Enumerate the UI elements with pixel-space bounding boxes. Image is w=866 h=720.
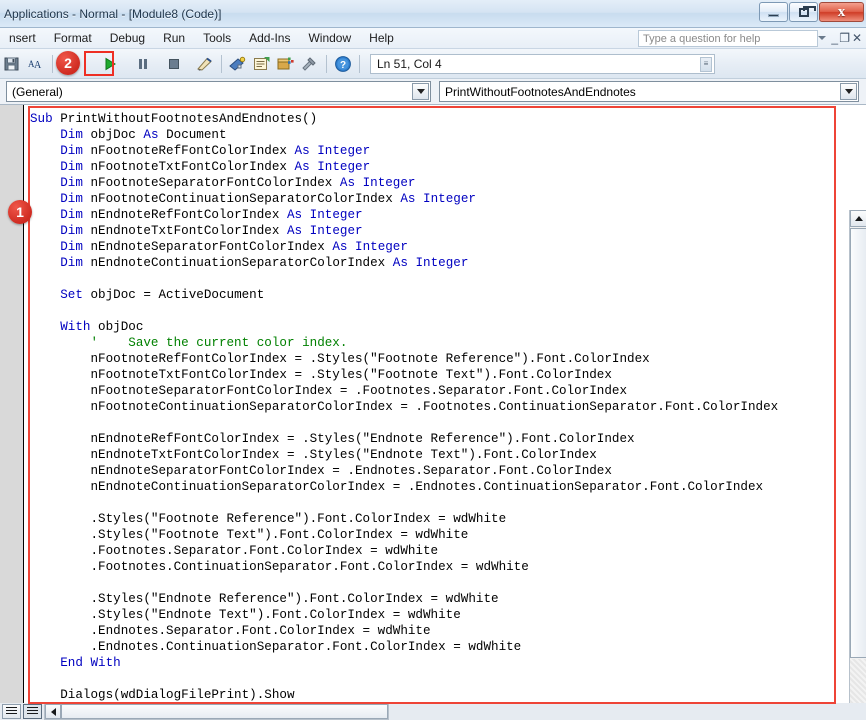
document-close-button[interactable]: ✕ <box>852 31 862 45</box>
standard-toolbar: A A ? Ln 51, Col 4 ≡ <box>0 49 866 79</box>
toolbox-icon[interactable] <box>299 53 321 75</box>
menu-item-insert[interactable]: nsert <box>0 28 45 48</box>
minimize-icon <box>768 14 779 17</box>
restore-icon <box>798 5 816 17</box>
save-icon[interactable] <box>1 53 23 75</box>
menu-item-format[interactable]: Format <box>45 28 101 48</box>
document-restore-button[interactable]: ❐ <box>839 31 850 45</box>
position-indicator: Ln 51, Col 4 ≡ <box>370 53 715 74</box>
object-browser-icon[interactable] <box>275 53 297 75</box>
margin-indicator-bar[interactable] <box>0 105 24 703</box>
position-indicator-text: Ln 51, Col 4 <box>377 56 442 71</box>
code-editor-pane[interactable]: Sub PrintWithoutFootnotesAndEndnotes() D… <box>0 105 866 720</box>
triangle-left-icon <box>50 707 56 716</box>
vba-editor-window: Applications - Normal - [Module8 (Code)]… <box>0 0 866 720</box>
properties-window-icon[interactable] <box>251 53 273 75</box>
toolbar-overflow-button[interactable]: ≡ <box>700 56 712 72</box>
find-icon[interactable]: A A <box>25 53 47 75</box>
full-module-view-button[interactable] <box>23 704 42 719</box>
procedure-dropdown-value: PrintWithoutFootnotesAndEndnotes <box>445 84 636 99</box>
scroll-up-button[interactable] <box>850 210 866 227</box>
toolbar-separator <box>326 54 327 73</box>
code-horizontal-scrollbar[interactable] <box>44 703 389 720</box>
object-dropdown-value: (General) <box>12 84 63 99</box>
window-controls: x <box>758 2 864 22</box>
break-icon[interactable] <box>132 53 154 75</box>
code-vertical-scrollbar[interactable] <box>849 210 866 720</box>
title-bar: Applications - Normal - [Module8 (Code)]… <box>0 0 866 28</box>
procedure-view-button[interactable] <box>2 704 21 719</box>
scroll-left-button[interactable] <box>45 704 61 719</box>
toolbar-separator <box>359 54 360 73</box>
svg-text:?: ? <box>340 60 346 71</box>
menu-item-help[interactable]: Help <box>360 28 403 48</box>
close-button[interactable]: x <box>819 2 864 22</box>
svg-text:A: A <box>34 60 42 71</box>
help-icon[interactable]: ? <box>332 53 354 75</box>
project-explorer-icon[interactable] <box>227 53 249 75</box>
menu-item-debug[interactable]: Debug <box>101 28 154 48</box>
window-title: Applications - Normal - [Module8 (Code)] <box>4 6 222 21</box>
vertical-scroll-thumb[interactable] <box>850 228 866 658</box>
code-pane-dropdown-bar: (General) PrintWithoutFootnotesAndEndnot… <box>0 79 866 105</box>
restore-button[interactable] <box>789 2 818 22</box>
menu-item-tools[interactable]: Tools <box>194 28 240 48</box>
full-module-view-icon <box>27 707 38 716</box>
reset-icon[interactable] <box>163 53 185 75</box>
annotation-badge-1: 1 <box>8 200 32 224</box>
close-icon: x <box>837 3 846 20</box>
procedure-view-icon <box>6 707 17 716</box>
horizontal-scroll-thumb[interactable] <box>61 704 388 719</box>
menu-bar: nsert Format Debug Run Tools Add-Ins Win… <box>0 28 866 49</box>
design-mode-icon[interactable] <box>194 53 216 75</box>
chevron-down-icon[interactable] <box>412 83 429 100</box>
annotation-badge-2: 2 <box>56 51 80 75</box>
toolbar-separator <box>221 54 222 73</box>
chevron-down-icon[interactable] <box>818 36 826 40</box>
procedure-dropdown[interactable]: PrintWithoutFootnotesAndEndnotes <box>439 81 859 102</box>
code-scroll-region[interactable]: Sub PrintWithoutFootnotesAndEndnotes() D… <box>26 105 840 703</box>
menu-item-addins[interactable]: Add-Ins <box>240 28 299 48</box>
toolbar-separator <box>52 54 53 73</box>
object-dropdown[interactable]: (General) <box>6 81 431 102</box>
help-question-input[interactable]: Type a question for help <box>638 30 818 47</box>
code-text[interactable]: Sub PrintWithoutFootnotesAndEndnotes() D… <box>26 105 840 703</box>
document-minimize-button[interactable]: _ <box>831 31 838 45</box>
menu-item-run[interactable]: Run <box>154 28 194 48</box>
minimize-button[interactable] <box>759 2 788 22</box>
run-button-highlight-annotation <box>84 51 114 76</box>
code-pane-status-bar <box>0 703 866 720</box>
triangle-up-icon <box>854 216 863 221</box>
menu-item-window[interactable]: Window <box>299 28 360 48</box>
chevron-down-icon[interactable] <box>840 83 857 100</box>
